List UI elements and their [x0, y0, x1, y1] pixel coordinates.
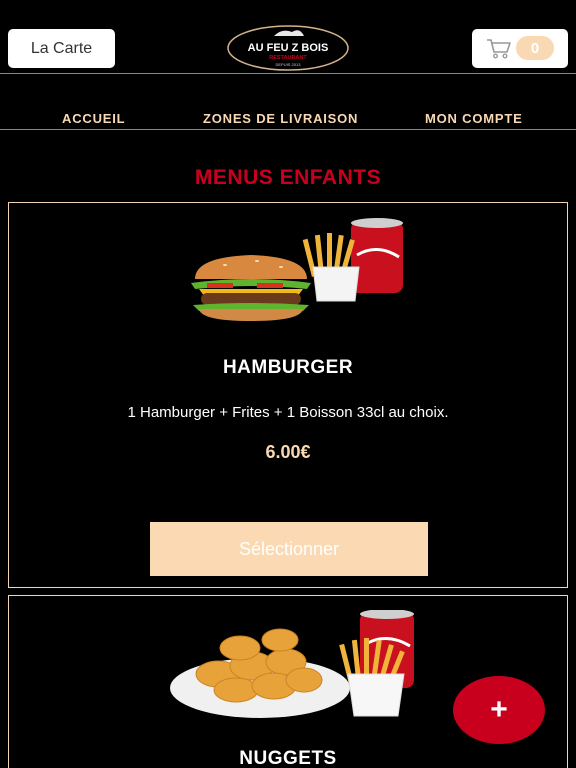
logo-subtitle: RESTAURANT — [269, 55, 307, 61]
section-title: MENUS ENFANTS — [194, 166, 382, 189]
product-description: 1 Hamburger + Frites + 1 Boisson 33cl au… — [127, 404, 449, 421]
hamburger-menu-image — [191, 218, 403, 321]
product-name: HAMBURGER — [222, 357, 354, 378]
logo-since: DEPUIS 2013 — [276, 62, 302, 67]
top-bar: La Carte AU FEU Z BOIS RESTAURANT DEPUIS… — [0, 0, 576, 74]
plus-icon: + — [490, 693, 508, 726]
nav-zones-de-livraison[interactable]: ZONES DE LIVRAISON — [203, 111, 358, 126]
restaurant-logo[interactable]: AU FEU Z BOIS RESTAURANT DEPUIS 2013 — [226, 24, 350, 72]
nav-mon-compte[interactable]: MON COMPTE — [425, 111, 523, 126]
cart-icon — [487, 39, 511, 59]
nav-accueil[interactable]: ACCUEIL — [62, 111, 125, 126]
cart-count-badge: 0 — [516, 36, 554, 60]
cart-button[interactable]: 0 — [472, 29, 568, 68]
logo-title: AU FEU Z BOIS — [248, 42, 329, 54]
select-button[interactable]: Sélectionner — [150, 522, 428, 576]
la-carte-button[interactable]: La Carte — [8, 29, 115, 68]
product-card[interactable]: HAMBURGER 1 Hamburger + Frites + 1 Boiss… — [8, 202, 568, 588]
add-floating-button[interactable]: + — [453, 676, 545, 744]
product-name: NUGGETS — [239, 748, 337, 768]
main-nav: ACCUEIL ZONES DE LIVRAISON MON COMPTE — [0, 75, 576, 130]
product-price: 6.00€ — [265, 442, 311, 462]
logo-graphic: AU FEU Z BOIS RESTAURANT DEPUIS 2013 — [227, 25, 349, 71]
nuggets-menu-image — [170, 610, 414, 718]
